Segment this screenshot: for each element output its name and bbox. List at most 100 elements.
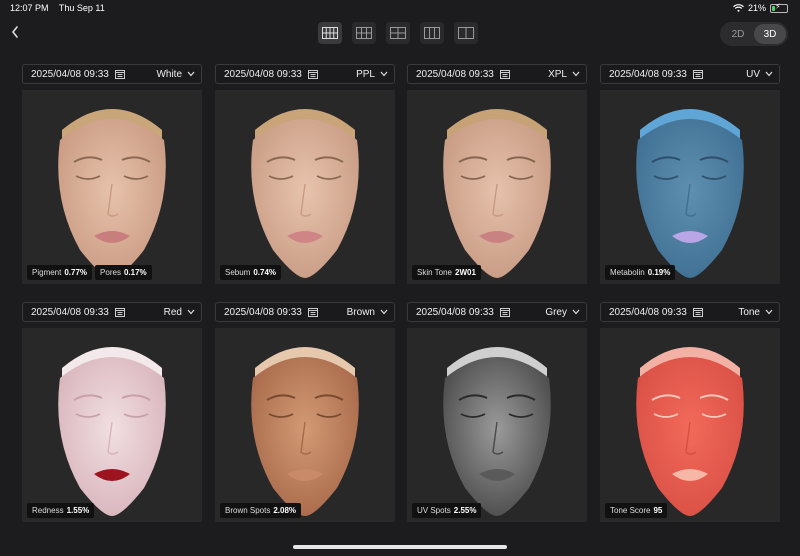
panel-header: 2025/04/08 09:33 UV: [600, 64, 780, 84]
status-left: 12:07 PM Thu Sep 11: [10, 3, 113, 13]
layout-2col-button[interactable]: [454, 22, 478, 44]
calendar-icon[interactable]: [114, 307, 125, 317]
face-illustration: [58, 347, 166, 516]
layout-4x2-button[interactable]: [318, 22, 342, 44]
panel-header: 2025/04/08 09:33 PPL: [215, 64, 395, 84]
metrics-bar: Metabolin 0.19%: [605, 265, 676, 280]
metric-badge: Metabolin 0.19%: [605, 265, 676, 280]
face-illustration: [636, 109, 744, 278]
mode-label: PPL: [356, 68, 375, 80]
image-panel: 2025/04/08 09:33 UV Metabolin 0.19%: [600, 64, 780, 284]
face-image[interactable]: Pigment 0.77% Pores 0.17%: [22, 90, 202, 284]
back-button[interactable]: [10, 24, 20, 42]
mode-dropdown[interactable]: White: [156, 69, 195, 80]
metric-badge: Redness 1.55%: [27, 503, 95, 518]
calendar-icon[interactable]: [307, 69, 318, 79]
layout-4x2-icon: [322, 27, 338, 39]
mode-dropdown[interactable]: UV: [746, 69, 773, 80]
layout-2x2-icon: [390, 27, 406, 39]
face-image[interactable]: Tone Score 95: [600, 328, 780, 522]
chevron-down-icon: [572, 309, 580, 315]
face-image[interactable]: UV Spots 2.55%: [407, 328, 587, 522]
face-shape: [251, 357, 359, 516]
face-illustration: [251, 109, 359, 278]
calendar-icon[interactable]: [692, 307, 703, 317]
image-panel: 2025/04/08 09:33 PPL Sebum 0.74%: [215, 64, 395, 284]
status-date: Thu Sep 11: [58, 3, 105, 13]
face-shape: [443, 357, 551, 516]
face-image[interactable]: Skin Tone 2W01: [407, 90, 587, 284]
layout-2col-icon: [458, 27, 474, 39]
calendar-icon[interactable]: [307, 307, 318, 317]
face-image[interactable]: Sebum 0.74%: [215, 90, 395, 284]
metric-badge: Brown Spots 2.08%: [220, 503, 302, 518]
face-illustration: [443, 347, 551, 516]
mode-dropdown[interactable]: XPL: [548, 69, 580, 80]
mode-label: White: [156, 68, 182, 80]
image-panel: 2025/04/08 09:33 Brown Brown Spots 2.08%: [215, 302, 395, 522]
face-image[interactable]: Brown Spots 2.08%: [215, 328, 395, 522]
capture-date: 2025/04/08 09:33: [609, 68, 687, 80]
chevron-down-icon: [187, 71, 195, 77]
layout-3col-button[interactable]: [420, 22, 444, 44]
home-indicator[interactable]: [293, 545, 507, 549]
layout-2x2-button[interactable]: [386, 22, 410, 44]
panel-header: 2025/04/08 09:33 White: [22, 64, 202, 84]
face-image[interactable]: Redness 1.55%: [22, 328, 202, 522]
mode-label: Grey: [545, 306, 567, 318]
chevron-down-icon: [380, 71, 388, 77]
face-illustration: [251, 347, 359, 516]
image-panel: 2025/04/08 09:33 White Pigment 0.77% Pore…: [22, 64, 202, 284]
mode-dropdown[interactable]: Tone: [738, 307, 773, 318]
mode-label: XPL: [548, 68, 567, 80]
chevron-down-icon: [765, 71, 773, 77]
mode-dropdown[interactable]: Grey: [545, 307, 580, 318]
mode-dropdown[interactable]: Brown: [347, 307, 388, 318]
status-time: 12:07 PM: [10, 3, 49, 13]
metrics-bar: Brown Spots 2.08%: [220, 503, 302, 518]
wifi-icon: [733, 4, 744, 12]
toolbar: 2D 3D: [0, 18, 800, 52]
metric-badge: Pigment 0.77%: [27, 265, 93, 280]
panel-header: 2025/04/08 09:33 XPL: [407, 64, 587, 84]
dimension-toggle: 2D 3D: [720, 22, 788, 46]
panel-header: 2025/04/08 09:33 Tone: [600, 302, 780, 322]
layout-3x2-button[interactable]: [352, 22, 376, 44]
face-shape: [443, 119, 551, 278]
face-shape: [636, 357, 744, 516]
layout-3x2-icon: [356, 27, 372, 39]
image-panel: 2025/04/08 09:33 Grey UV Spots 2.55%: [407, 302, 587, 522]
metrics-bar: Skin Tone 2W01: [412, 265, 481, 280]
metrics-bar: Redness 1.55%: [27, 503, 95, 518]
face-shape: [251, 119, 359, 278]
face-image[interactable]: Metabolin 0.19%: [600, 90, 780, 284]
calendar-icon[interactable]: [499, 69, 510, 79]
toggle-3d[interactable]: 3D: [754, 24, 786, 44]
layout-switcher: [318, 22, 478, 44]
calendar-icon[interactable]: [114, 69, 125, 79]
panel-header: 2025/04/08 09:33 Grey: [407, 302, 587, 322]
mode-label: Brown: [346, 306, 375, 318]
metric-badge: Tone Score 95: [605, 503, 668, 518]
face-illustration: [58, 109, 166, 278]
metric-badge: Pores 0.17%: [95, 265, 152, 280]
calendar-icon[interactable]: [692, 69, 703, 79]
panel-header: 2025/04/08 09:33 Brown: [215, 302, 395, 322]
capture-date: 2025/04/08 09:33: [224, 306, 302, 318]
metrics-bar: UV Spots 2.55%: [412, 503, 482, 518]
chevron-down-icon: [380, 309, 388, 315]
metrics-bar: Tone Score 95: [605, 503, 668, 518]
image-panel: 2025/04/08 09:33 Red Redness 1.55%: [22, 302, 202, 522]
face-shape: [58, 119, 166, 278]
face-shape: [58, 357, 166, 516]
capture-date: 2025/04/08 09:33: [416, 68, 494, 80]
calendar-icon[interactable]: [499, 307, 510, 317]
chevron-down-icon: [572, 71, 580, 77]
mode-dropdown[interactable]: PPL: [356, 69, 388, 80]
toggle-2d[interactable]: 2D: [722, 24, 754, 44]
mode-dropdown[interactable]: Red: [164, 307, 195, 318]
capture-date: 2025/04/08 09:33: [609, 306, 687, 318]
chevron-down-icon: [187, 309, 195, 315]
status-right: 21% ⚡: [733, 2, 788, 13]
metric-badge: UV Spots 2.55%: [412, 503, 482, 518]
